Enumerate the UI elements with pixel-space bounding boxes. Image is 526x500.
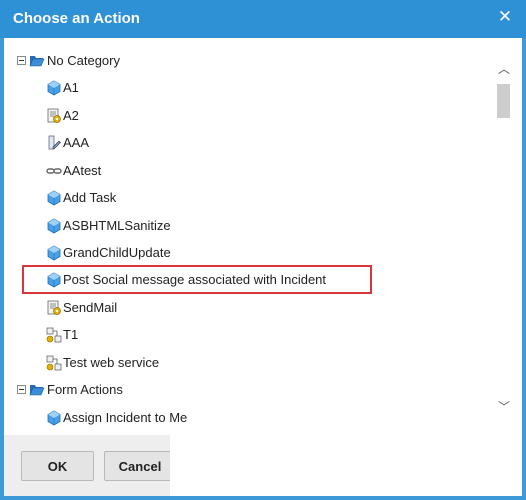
vertical-scrollbar[interactable]: ︿ ﹀ (494, 54, 514, 437)
tree-item-label: GrandChildUpdate (63, 245, 171, 260)
tree-item-label: Add Task (63, 190, 117, 205)
close-icon[interactable]: ✕ (496, 8, 514, 26)
dialog-body: No Category A1 A2 AAA AAtest Add Task AS… (4, 38, 522, 496)
tree-item-label: AAA (63, 135, 90, 150)
web-service-icon (46, 355, 62, 371)
cube-icon (47, 218, 61, 234)
scrollbar-thumb[interactable] (497, 84, 510, 118)
dialog-title: Choose an Action (13, 10, 140, 27)
dialog-title-bar[interactable]: Choose an Action ✕ (0, 0, 526, 38)
pen-document-icon (48, 135, 61, 150)
open-folder-icon (29, 56, 45, 67)
cube-icon (47, 272, 61, 288)
scroll-up-arrow-icon[interactable]: ︿ (497, 62, 511, 76)
cancel-button[interactable]: Cancel (104, 451, 176, 481)
tree-item-label: Test web service (63, 355, 160, 370)
cube-icon (47, 245, 61, 261)
cube-icon (47, 80, 61, 96)
cube-icon (47, 410, 61, 426)
open-folder-icon (29, 385, 45, 396)
choose-action-dialog: Choose an Action ✕ No Category A1 A2 AAA… (0, 0, 526, 500)
tree-item-label: T1 (63, 327, 79, 342)
tree-item-label: Post Social message associated with Inci… (63, 272, 327, 287)
action-tree: No Category A1 A2 AAA AAtest Add Task AS… (4, 38, 494, 433)
ok-button[interactable]: OK (21, 451, 94, 481)
script-gear-icon (47, 108, 61, 123)
tree-item-label: ASBHTMLSanitize (63, 218, 171, 233)
tree-item-label: AAtest (63, 163, 102, 178)
collapse-toggle-icon[interactable] (17, 56, 26, 65)
tree-group-label: No Category (47, 53, 120, 68)
chain-link-icon (46, 168, 62, 174)
script-gear-icon (47, 300, 61, 315)
tree-item-label: A1 (63, 80, 79, 95)
tree-item-label: A2 (63, 108, 79, 123)
scroll-down-arrow-icon[interactable]: ﹀ (497, 400, 511, 414)
dialog-footer: OK Cancel (4, 435, 176, 496)
footer-blank-area (170, 435, 522, 496)
tree-group-label: Form Actions (47, 382, 123, 397)
tree-item-label: SendMail (63, 300, 118, 315)
collapse-toggle-icon[interactable] (17, 385, 26, 394)
tree-item-label: Assign Incident to Me (63, 410, 188, 425)
cube-icon (47, 190, 61, 206)
web-service-icon (46, 327, 62, 343)
